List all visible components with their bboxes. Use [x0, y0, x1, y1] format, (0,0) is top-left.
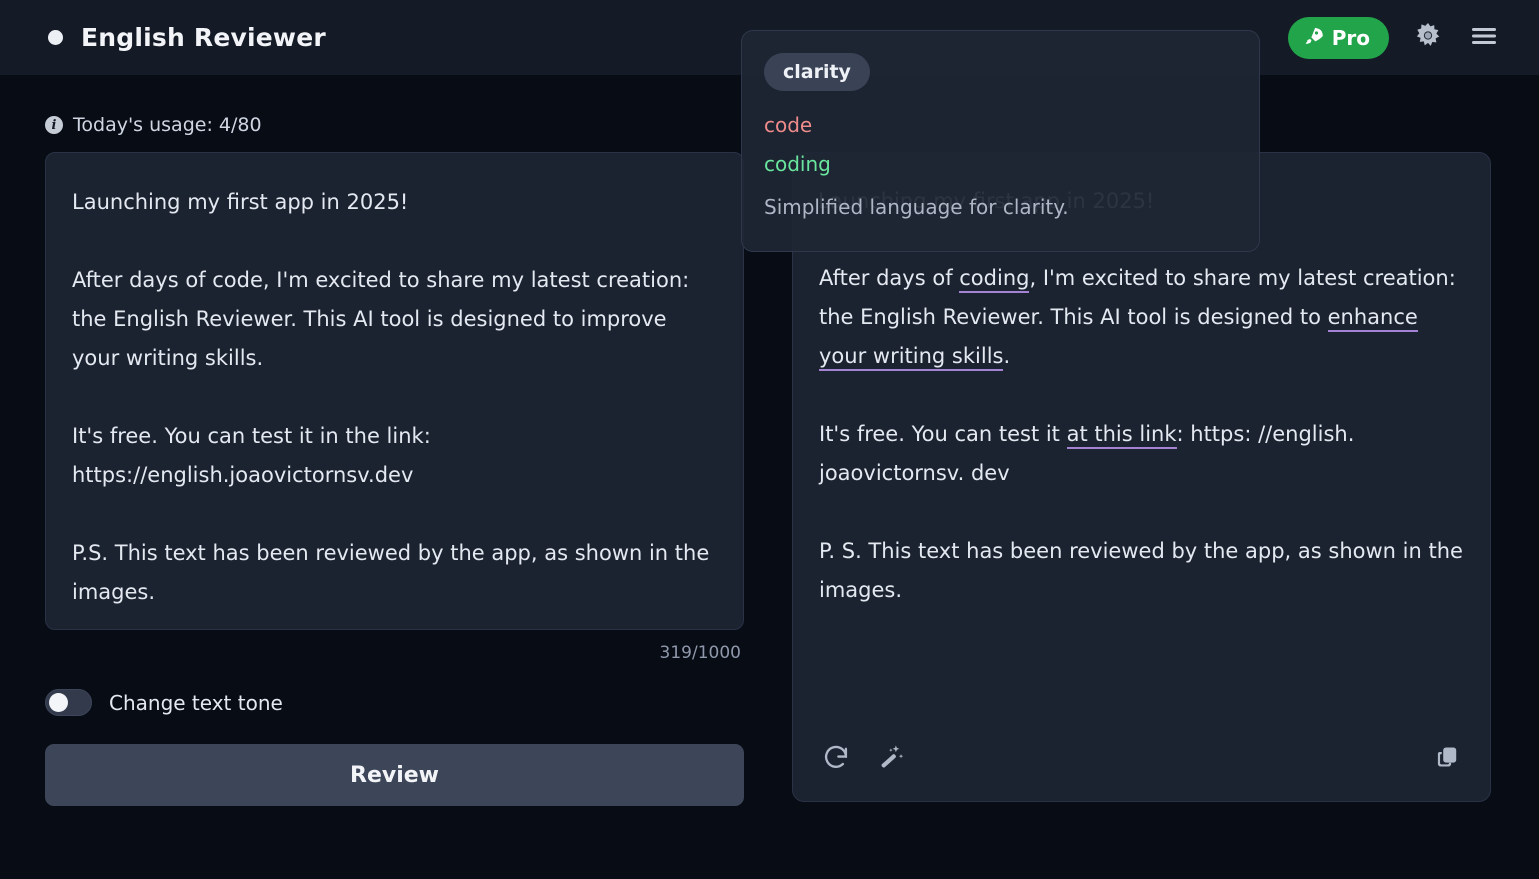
output-actions-left [819, 742, 908, 776]
brand: English Reviewer [48, 23, 326, 52]
status-dot-icon [48, 30, 63, 45]
highlight-at-this-link[interactable]: at this link [1066, 422, 1177, 449]
suggestion-category-chip: clarity [764, 53, 870, 91]
refresh-icon [822, 743, 850, 775]
source-paragraph: P.S. This text has been reviewed by the … [72, 541, 710, 604]
output-text-pre: After days of [819, 266, 960, 290]
suggestion-original-word: code [764, 113, 813, 137]
change-text-tone-label: Change text tone [109, 690, 283, 715]
reviewed-text: After days of coding, I'm excited to sha… [819, 181, 1464, 717]
app-root: English Reviewer Pro i Today's usage: 4/… [0, 0, 1539, 879]
magic-wand-icon [877, 743, 905, 775]
source-paragraph: Launching my first app in 2025! [72, 190, 409, 214]
copy-icon [1434, 744, 1460, 774]
output-paragraph: After days of coding, I'm excited to sha… [819, 259, 1464, 376]
usage-indicator: i Today's usage: 4/80 [45, 114, 262, 136]
usage-text: Today's usage: 4/80 [73, 114, 262, 136]
pro-upgrade-button[interactable]: Pro [1287, 16, 1389, 59]
pro-label: Pro [1331, 25, 1370, 50]
input-column: Launching my first app in 2025! After da… [45, 152, 744, 806]
output-actions [819, 717, 1464, 801]
output-paragraph: It's free. You can test it at this link:… [819, 415, 1464, 493]
character-counter: 319/1000 [659, 643, 741, 663]
regenerate-button[interactable] [819, 742, 853, 776]
review-button[interactable]: Review [45, 744, 744, 806]
output-text-pre: It's free. You can test it [819, 422, 1067, 446]
copy-button[interactable] [1430, 742, 1464, 776]
gear-icon [1413, 21, 1443, 55]
source-paragraph: It's free. You can test it in the link: … [72, 424, 431, 487]
info-icon: i [45, 116, 63, 134]
highlight-coding[interactable]: coding [959, 266, 1030, 293]
tone-toggle-row: Change text tone [45, 689, 744, 716]
suggestion-replacement-word[interactable]: coding [764, 152, 1237, 176]
settings-button[interactable] [1411, 21, 1445, 55]
toggle-knob [49, 693, 68, 712]
output-text-post: . [1003, 344, 1011, 368]
rocket-icon [1303, 26, 1323, 50]
output-paragraph: P. S. This text has been reviewed by the… [819, 539, 1463, 602]
hamburger-menu-icon [1469, 23, 1499, 53]
menu-button[interactable] [1467, 21, 1501, 55]
magic-rewrite-button[interactable] [874, 742, 908, 776]
change-text-tone-toggle[interactable] [45, 689, 92, 716]
app-title: English Reviewer [81, 23, 326, 52]
suggestion-description: Simplified language for clarity. [764, 195, 1069, 219]
source-paragraph: After days of code, I'm excited to share… [72, 268, 690, 370]
header-actions: Pro [1287, 0, 1501, 75]
source-text-editor[interactable]: Launching my first app in 2025! After da… [45, 152, 744, 630]
suggestion-tooltip: clarity code coding Simplified language … [741, 30, 1260, 252]
